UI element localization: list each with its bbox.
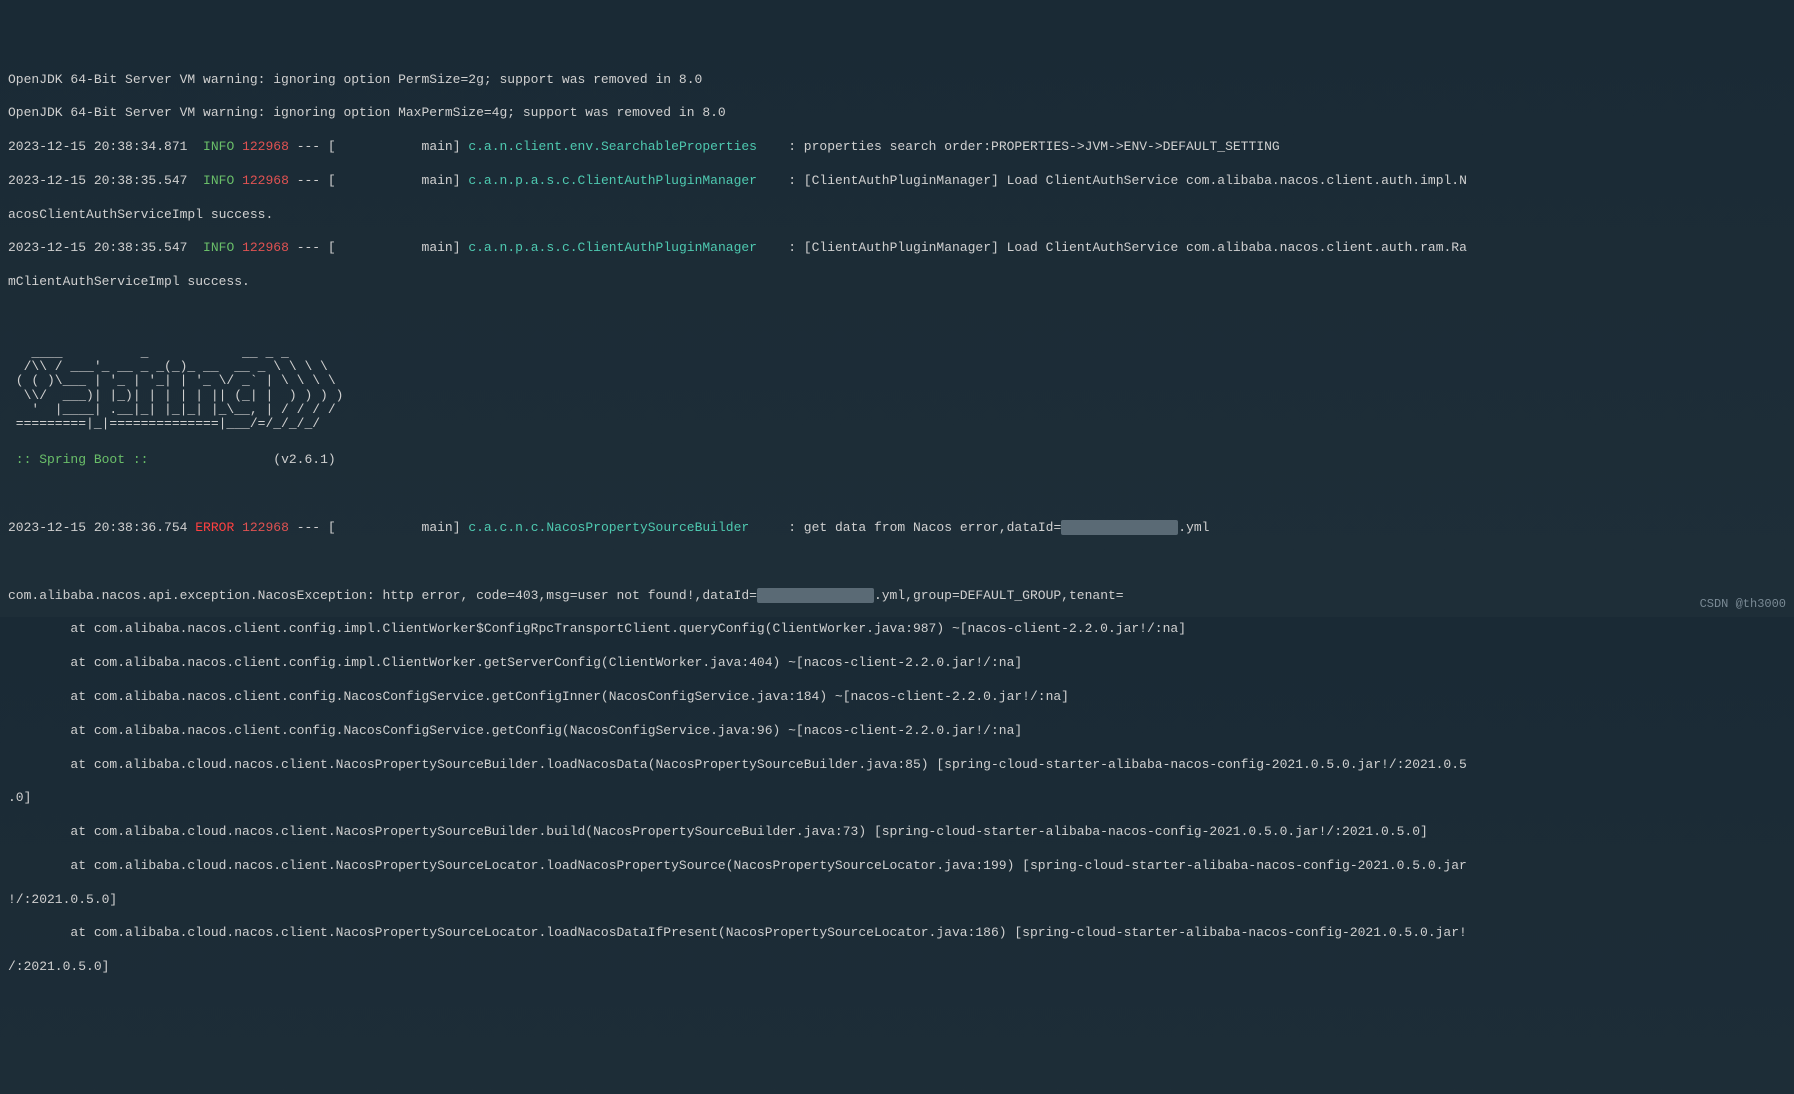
redacted-text: xxxxxxxxxxxxxxx <box>757 588 874 603</box>
stack-trace-line: at com.alibaba.cloud.nacos.client.NacosP… <box>8 858 1786 875</box>
logger-name: c.a.n.p.a.s.c.ClientAuthPluginManager <box>468 240 780 255</box>
log-continuation: acosClientAuthServiceImpl success. <box>8 207 1786 224</box>
blank-line <box>8 554 1786 571</box>
jvm-warning-line: OpenJDK 64-Bit Server VM warning: ignori… <box>8 72 1786 89</box>
timestamp: 2023-12-15 20:38:35.547 <box>8 173 187 188</box>
timestamp: 2023-12-15 20:38:36.754 <box>8 520 187 535</box>
stack-trace-line: !/:2021.0.5.0] <box>8 892 1786 909</box>
log-level-info: INFO <box>203 173 234 188</box>
logger-name: c.a.n.p.a.s.c.ClientAuthPluginManager <box>468 173 780 188</box>
thread-name: --- [ main] <box>289 173 468 188</box>
stack-trace-line: at com.alibaba.nacos.client.config.impl.… <box>8 621 1786 638</box>
log-entry: 2023-12-15 20:38:35.547 INFO 122968 --- … <box>8 173 1786 190</box>
exception-line: com.alibaba.nacos.api.exception.NacosExc… <box>8 588 1786 605</box>
error-message-post: .yml <box>1178 520 1209 535</box>
logger-name: c.a.n.client.env.SearchableProperties <box>468 139 780 154</box>
log-level-info: INFO <box>203 240 234 255</box>
process-id: 122968 <box>242 240 289 255</box>
log-message: properties search order:PROPERTIES->JVM-… <box>804 139 1280 154</box>
stack-trace-line: /:2021.0.5.0] <box>8 959 1786 976</box>
blank-line <box>8 308 1786 325</box>
logger-name: c.a.c.n.c.NacosPropertySourceBuilder <box>468 520 780 535</box>
log-message: [ClientAuthPluginManager] Load ClientAut… <box>804 173 1467 188</box>
stack-trace-line: at com.alibaba.nacos.client.config.impl.… <box>8 655 1786 672</box>
spring-boot-version: (v2.6.1) <box>273 452 335 467</box>
process-id: 122968 <box>242 520 289 535</box>
stack-trace-line: at com.alibaba.nacos.client.config.Nacos… <box>8 689 1786 706</box>
spring-boot-version-line: :: Spring Boot :: (v2.6.1) <box>8 452 1786 469</box>
thread-name: --- [ main] <box>289 240 468 255</box>
log-message: [ClientAuthPluginManager] Load ClientAut… <box>804 240 1467 255</box>
banner-label: Spring Boot <box>39 452 125 467</box>
jvm-warning-line: OpenJDK 64-Bit Server VM warning: ignori… <box>8 105 1786 122</box>
stack-trace-line: .0] <box>8 790 1786 807</box>
process-id: 122968 <box>242 139 289 154</box>
exception-message-post: .yml,group=DEFAULT_GROUP,tenant= <box>874 588 1124 603</box>
log-level-info: INFO <box>203 139 234 154</box>
process-id: 122968 <box>242 173 289 188</box>
stack-trace-line: at com.alibaba.cloud.nacos.client.NacosP… <box>8 925 1786 942</box>
log-separator: : <box>780 520 803 535</box>
log-continuation: mClientAuthServiceImpl success. <box>8 274 1786 291</box>
log-separator: : <box>780 139 803 154</box>
log-entry: 2023-12-15 20:38:34.871 INFO 122968 --- … <box>8 139 1786 156</box>
log-entry: 2023-12-15 20:38:35.547 INFO 122968 --- … <box>8 240 1786 257</box>
log-separator: : <box>780 173 803 188</box>
blank-line <box>8 486 1786 503</box>
redacted-text: xxxxxxxxxxxxxxx <box>1061 520 1178 535</box>
error-message-pre: get data from Nacos error,dataId= <box>804 520 1061 535</box>
exception-message-pre: com.alibaba.nacos.api.exception.NacosExc… <box>8 588 757 603</box>
thread-name: --- [ main] <box>289 520 468 535</box>
log-separator: : <box>780 240 803 255</box>
error-log-entry: 2023-12-15 20:38:36.754 ERROR 122968 ---… <box>8 520 1786 537</box>
banner-suffix: :: <box>125 452 273 467</box>
spring-boot-banner: ____ _ __ _ _ /\\ / ___'_ __ _ _(_)_ __ … <box>8 346 1786 432</box>
stack-trace-line: at com.alibaba.nacos.client.config.Nacos… <box>8 723 1786 740</box>
timestamp: 2023-12-15 20:38:35.547 <box>8 240 187 255</box>
banner-prefix: :: <box>8 452 39 467</box>
log-level-error: ERROR <box>195 520 234 535</box>
thread-name: --- [ main] <box>289 139 468 154</box>
stack-trace-line: at com.alibaba.cloud.nacos.client.NacosP… <box>8 757 1786 774</box>
timestamp: 2023-12-15 20:38:34.871 <box>8 139 187 154</box>
watermark: CSDN @th3000 <box>1700 597 1786 613</box>
stack-trace-line: at com.alibaba.cloud.nacos.client.NacosP… <box>8 824 1786 841</box>
